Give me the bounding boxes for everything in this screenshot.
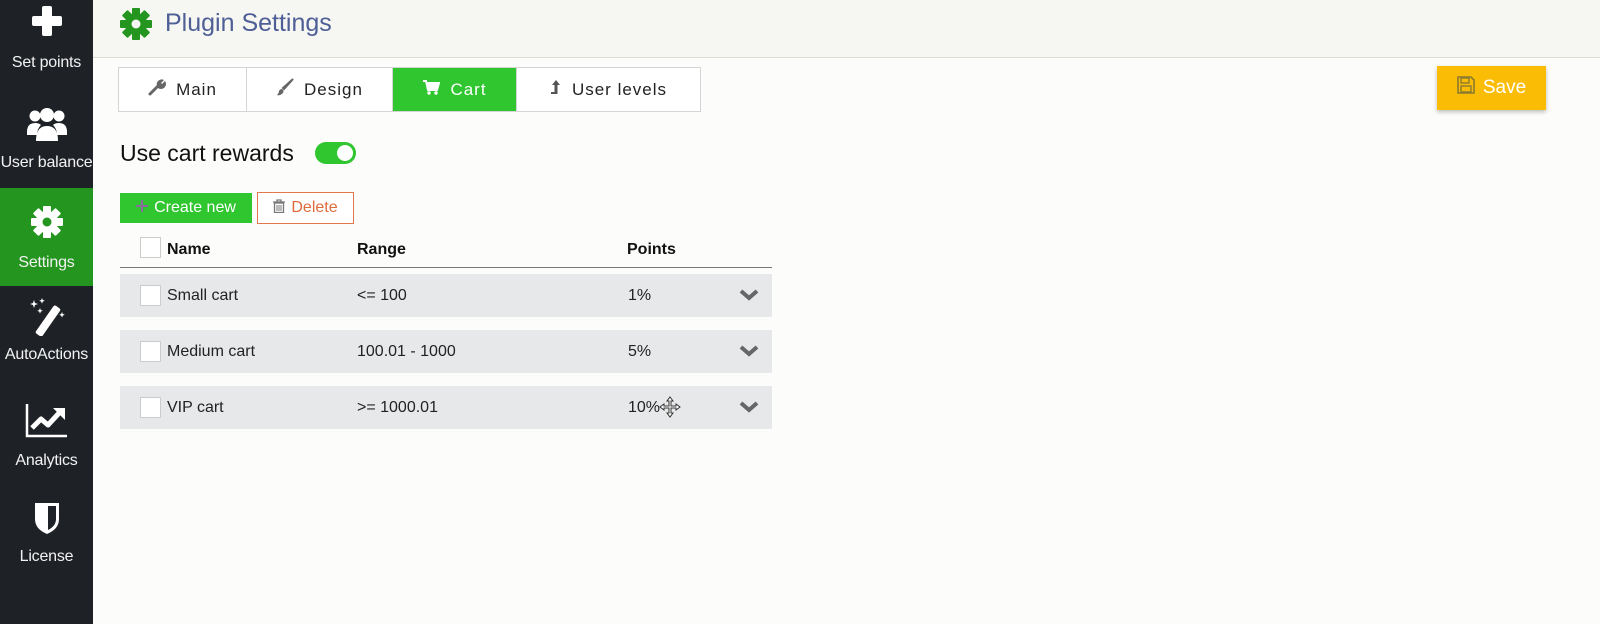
sidebar-item-set-points[interactable]: Set points [0, 0, 93, 98]
cell-name: Medium cart [167, 343, 256, 360]
plus-icon [136, 199, 149, 217]
users-icon [26, 102, 68, 146]
row-checkbox[interactable] [140, 341, 161, 362]
cell-name: Small cart [167, 287, 239, 304]
toggle-knob [337, 145, 353, 161]
use-cart-rewards-toggle[interactable] [315, 142, 356, 164]
use-cart-rewards-label: Use cart rewards [120, 140, 294, 166]
cell-points: 1% [628, 287, 652, 304]
row-checkbox[interactable] [140, 285, 161, 306]
sidebar-item-label: License [19, 548, 74, 565]
sidebar-item-label: Settings [18, 254, 75, 271]
move-cursor-icon [659, 396, 681, 423]
table-row[interactable]: Medium cart 100.01 - 1000 5% [120, 330, 772, 373]
tab-label: User levels [571, 79, 668, 99]
magic-wand-icon [28, 294, 66, 338]
gear-icon [30, 200, 64, 244]
plus-icon [31, 2, 63, 40]
sidebar-item-autoactions[interactable]: AutoActions [0, 288, 93, 386]
sidebar-item-label: User balance [0, 154, 93, 171]
paintbrush-icon [276, 78, 294, 101]
cell-points: 5% [628, 343, 652, 360]
cell-name: VIP cart [167, 399, 224, 416]
table-row[interactable]: Small cart <= 100 1% [120, 274, 772, 317]
select-all-checkbox[interactable] [140, 237, 161, 258]
tab-label: Main [176, 79, 217, 99]
shield-icon [33, 496, 61, 540]
tab-cart[interactable]: Cart [393, 68, 517, 111]
tab-label: Design [304, 79, 363, 99]
save-button[interactable]: Save [1437, 66, 1546, 110]
cell-points: 10% [628, 399, 661, 416]
chevron-down-icon[interactable] [739, 400, 759, 419]
sidebar-item-label: AutoActions [4, 346, 89, 363]
column-header-name: Name [167, 241, 211, 258]
tab-label: Cart [450, 79, 487, 99]
sidebar-item-user-balance[interactable]: User balance [0, 92, 93, 190]
create-new-label: Create new [154, 199, 236, 216]
delete-label: Delete [291, 199, 338, 216]
cell-range: >= 1000.01 [357, 399, 438, 416]
cell-range: <= 100 [357, 287, 407, 304]
delete-button[interactable]: Delete [257, 192, 354, 224]
sidebar-item-label: Analytics [15, 452, 78, 469]
tab-main[interactable]: Main [119, 68, 247, 111]
tab-user-levels[interactable]: User levels [517, 68, 700, 111]
save-label: Save [1482, 77, 1527, 98]
sidebar-item-settings[interactable]: Settings [0, 188, 93, 286]
page-title: Plugin Settings [165, 9, 332, 37]
cell-range: 100.01 - 1000 [357, 343, 456, 360]
column-header-range: Range [357, 241, 406, 258]
sidebar-item-analytics[interactable]: Analytics [0, 386, 93, 484]
sidebar: Set points User balance Settings AutoAct… [0, 0, 93, 624]
sidebar-item-label: Set points [11, 54, 82, 71]
create-new-button[interactable]: Create new [120, 193, 252, 223]
tab-design[interactable]: Design [247, 68, 393, 111]
page-header: Plugin Settings [93, 0, 1600, 58]
column-header-points: Points [627, 241, 676, 258]
table-header: Name Range Points [120, 236, 772, 268]
chevron-down-icon[interactable] [739, 288, 759, 307]
trash-icon [273, 198, 286, 218]
cart-icon [422, 79, 441, 100]
gear-icon [119, 7, 153, 46]
level-up-icon [550, 79, 562, 100]
floppy-disk-icon [1457, 76, 1475, 100]
chevron-down-icon[interactable] [739, 344, 759, 363]
sidebar-item-license[interactable]: License [0, 484, 93, 582]
row-checkbox[interactable] [140, 397, 161, 418]
chart-line-icon [25, 398, 69, 442]
wrench-icon [148, 78, 167, 101]
settings-tabs: Main Design Cart User levels [118, 67, 701, 112]
